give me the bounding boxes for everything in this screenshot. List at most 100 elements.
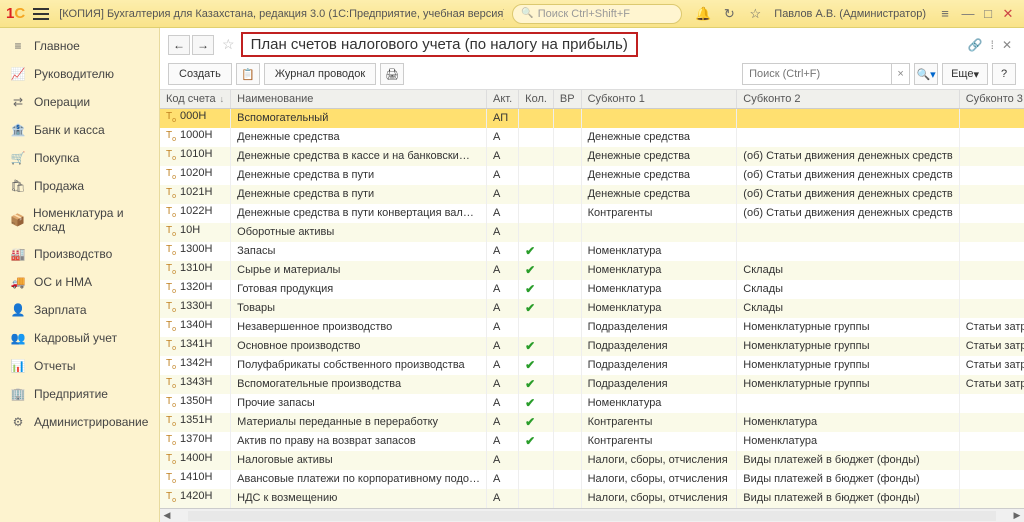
logo-1c: 1C [6,5,25,22]
link-icon[interactable]: 🔗 [968,38,983,52]
table-row[interactable]: To1410НАвансовые платежи по корпоративно… [160,470,1024,489]
grid-search-input[interactable] [742,63,892,85]
sidebar-item-label: Главное [34,39,80,53]
table-row[interactable]: To1300НЗапасыА✔Номенклатура [160,242,1024,261]
sidebar-item-11[interactable]: 📊Отчеты [0,352,159,380]
account-icon: To [166,187,176,198]
account-icon: To [166,396,176,407]
sidebar-item-5[interactable]: 🛍Продажа [0,172,159,200]
check-icon: ✔ [525,396,535,410]
history-icon[interactable]: ↻ [720,5,738,23]
print-button[interactable]: 🖨 [380,63,404,85]
bell-icon[interactable]: 🔔 [694,5,712,23]
table-row[interactable]: To1330НТоварыА✔НоменклатураСклады [160,299,1024,318]
table-row[interactable]: To1420ННДС к возмещениюАНалоги, сборы, о… [160,489,1024,508]
account-icon: To [166,358,176,369]
sidebar-item-7[interactable]: 🏭Производство [0,240,159,268]
col-header-sk1[interactable]: Субконто 1 [581,90,737,109]
nav-back-button[interactable]: ← [168,35,190,55]
sidebar-icon: 👥 [10,330,26,346]
table-row[interactable]: To1342НПолуфабрикаты собственного произв… [160,356,1024,375]
global-search-input[interactable]: Поиск Ctrl+Shift+F [512,4,682,24]
sidebar-item-label: Кадровый учет [34,331,117,345]
table-row[interactable]: To1340ННезавершенное производствоАПодраз… [160,318,1024,337]
account-icon: To [166,282,176,293]
sidebar-item-6[interactable]: 📦Номенклатура и склад [0,200,159,240]
account-icon: To [166,415,176,426]
maximize-button[interactable]: □ [978,6,998,21]
copy-button[interactable]: 📋 [236,63,260,85]
table-row[interactable]: To1320НГотовая продукцияА✔НоменклатураСк… [160,280,1024,299]
close-tab-button[interactable]: ✕ [1002,38,1012,52]
account-icon: To [166,206,176,217]
table-row[interactable]: To1341НОсновное производствоА✔Подразделе… [160,337,1024,356]
accounts-grid[interactable]: Код счета↓ Наименование Акт. Кол. ВР Суб… [160,89,1024,508]
sidebar-item-4[interactable]: 🛒Покупка [0,144,159,172]
col-header-akt[interactable]: Акт. [487,90,519,109]
table-row[interactable]: To1370НАктив по праву на возврат запасов… [160,432,1024,451]
table-row[interactable]: To1343НВспомогательные производстваА✔Под… [160,375,1024,394]
table-row[interactable]: To1351НМатериалы переданные в переработк… [160,413,1024,432]
menu-icon[interactable] [33,8,49,20]
bookmark-icon[interactable]: ☆ [222,36,235,53]
account-icon: To [166,434,176,445]
table-row[interactable]: To1350НПрочие запасыА✔Номенклатура [160,394,1024,413]
check-icon: ✔ [525,339,535,353]
sidebar-item-13[interactable]: ⚙Администрирование [0,408,159,436]
account-icon: To [166,491,176,502]
sidebar-item-0[interactable]: ≡Главное [0,32,159,60]
sidebar-item-label: Предприятие [34,387,108,401]
app-title: [КОПИЯ] Бухгалтерия для Казахстана, реда… [59,8,504,20]
col-header-sk3[interactable]: Субконто 3 [959,90,1024,109]
col-header-kol[interactable]: Кол. [519,90,554,109]
table-row[interactable]: To000НВспомогательныйАП [160,109,1024,129]
journal-button[interactable]: Журнал проводок [264,63,376,85]
table-row[interactable]: To1020НДенежные средства в путиАДенежные… [160,166,1024,185]
table-row[interactable]: To1310НСырье и материалыА✔НоменклатураСк… [160,261,1024,280]
sidebar-item-12[interactable]: 🏢 Предприятие [0,380,159,408]
sidebar-item-label: ОС и НМА [34,275,92,289]
col-header-sk2[interactable]: Субконто 2 [737,90,959,109]
account-icon: To [166,149,176,160]
help-button[interactable]: ? [992,63,1016,85]
account-icon: To [166,339,176,350]
col-header-code[interactable]: Код счета↓ [160,90,231,109]
more-button[interactable]: Еще ▾ [942,63,988,85]
account-icon: To [166,111,176,122]
sidebar-icon: 📈 [10,66,26,82]
star-icon[interactable]: ☆ [746,5,764,23]
table-row[interactable]: To1022НДенежные средства в пути конверта… [160,204,1024,223]
table-row[interactable]: To1400ННалоговые активыАНалоги, сборы, о… [160,451,1024,470]
sidebar-item-10[interactable]: 👥 Кадровый учет [0,324,159,352]
horizontal-scrollbar[interactable]: ◀ ▶ [160,508,1024,522]
account-icon: To [166,301,176,312]
user-name[interactable]: Павлов А.В. (Администратор) [774,8,926,20]
col-header-vr[interactable]: ВР [553,90,581,109]
sidebar-item-3[interactable]: 🏦Банк и касса [0,116,159,144]
sidebar-item-9[interactable]: 👤Зарплата [0,296,159,324]
sidebar-icon: 📊 [10,358,26,374]
table-row[interactable]: To1010НДенежные средства в кассе и на ба… [160,147,1024,166]
sidebar-item-8[interactable]: 🚚ОС и НМА [0,268,159,296]
nav-forward-button[interactable]: → [192,35,214,55]
check-icon: ✔ [525,282,535,296]
collapse-icon[interactable]: ⁞ [991,38,994,52]
minimize-button[interactable]: — [958,6,978,21]
sidebar-item-1[interactable]: 📈Руководителю [0,60,159,88]
search-clear-button[interactable]: × [892,63,910,85]
col-header-name[interactable]: Наименование [231,90,487,109]
sidebar-icon: 🏢 [10,386,26,402]
table-row[interactable]: To10НОборотные активыА [160,223,1024,242]
close-button[interactable]: ✕ [998,6,1018,22]
create-button[interactable]: Создать [168,63,232,85]
sidebar-item-label: Производство [34,247,112,261]
table-row[interactable]: To1000НДенежные средстваАДенежные средст… [160,128,1024,147]
account-icon: To [166,244,176,255]
check-icon: ✔ [525,301,535,315]
search-button[interactable]: 🔍▾ [914,63,938,85]
sidebar-item-2[interactable]: ⇄Операции [0,88,159,116]
sidebar-icon: 🛍 [10,178,26,194]
filter-icon[interactable]: ≡ [936,5,954,23]
account-icon: To [166,320,176,331]
table-row[interactable]: To1021НДенежные средства в путиАДенежные… [160,185,1024,204]
